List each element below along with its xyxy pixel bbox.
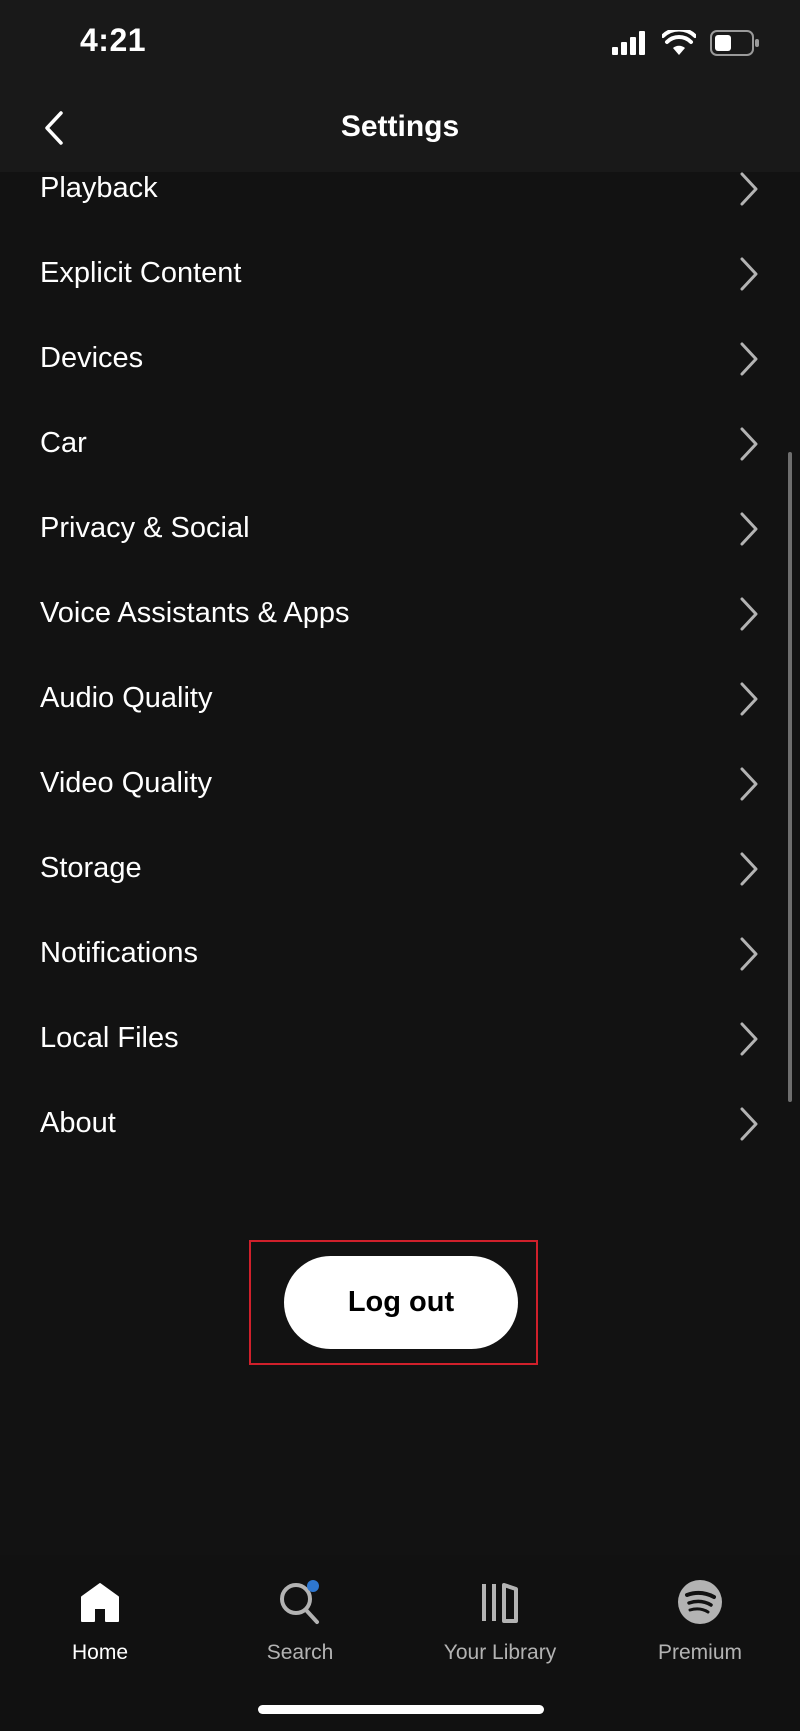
settings-item-label: Voice Assistants & Apps [40,597,350,629]
scrollbar[interactable] [788,452,792,1102]
settings-item-about[interactable]: About [0,1081,800,1166]
home-icon [77,1579,123,1625]
chevron-right-icon [738,1106,760,1142]
nav-label-home: Home [71,1641,129,1664]
settings-item-label: Audio Quality [40,682,213,714]
chevron-right-icon [738,766,760,802]
nav-label-library: Your Library [443,1641,557,1664]
page-title: Settings [340,110,460,143]
settings-item-local-files[interactable]: Local Files [0,996,800,1081]
settings-item-voice-assistants[interactable]: Voice Assistants & Apps [0,571,800,656]
battery-icon [710,30,760,61]
settings-item-label: Car [40,427,87,459]
chevron-right-icon [738,851,760,887]
chevron-right-icon [738,1021,760,1057]
wifi-icon [661,27,697,61]
nav-item-home[interactable]: Home [0,1579,200,1679]
settings-item-video-quality[interactable]: Video Quality [0,741,800,826]
chevron-right-icon [738,171,760,207]
settings-screen: 4:21 Settings Playback Explicit Content … [0,0,800,1731]
settings-item-label: Storage [40,852,142,884]
library-icon [477,1579,523,1625]
settings-list: Playback Explicit Content Devices Car Pr… [0,146,800,1166]
chevron-right-icon [738,511,760,547]
settings-item-playback[interactable]: Playback [0,146,800,231]
settings-item-label: About [40,1107,116,1139]
nav-label-search: Search [266,1641,334,1664]
chevron-right-icon [738,681,760,717]
chevron-right-icon [738,936,760,972]
nav-item-search[interactable]: Search [200,1579,400,1679]
search-icon [277,1579,323,1625]
status-icons [612,27,760,61]
status-time: 4:21 [80,22,147,58]
settings-item-label: Local Files [40,1022,179,1054]
settings-item-label: Privacy & Social [40,512,250,544]
status-bar: 4:21 [0,0,800,90]
nav-item-library[interactable]: Your Library [400,1579,600,1679]
settings-item-label: Playback [40,172,158,204]
chevron-right-icon [738,256,760,292]
settings-item-label: Video Quality [40,767,212,799]
settings-item-car[interactable]: Car [0,401,800,486]
chevron-right-icon [738,596,760,632]
home-indicator [258,1705,544,1714]
spotify-icon [677,1579,723,1625]
settings-item-label: Explicit Content [40,257,242,289]
settings-item-notifications[interactable]: Notifications [0,911,800,996]
nav-label-premium: Premium [657,1641,742,1664]
chevron-right-icon [738,341,760,377]
settings-item-devices[interactable]: Devices [0,316,800,401]
settings-item-label: Devices [40,342,144,374]
settings-item-audio-quality[interactable]: Audio Quality [0,656,800,741]
settings-item-privacy-social[interactable]: Privacy & Social [0,486,800,571]
logout-button[interactable]: Log out [284,1256,518,1349]
settings-item-label: Notifications [40,937,198,969]
chevron-right-icon [738,426,760,462]
signal-icon [612,31,648,60]
settings-item-explicit-content[interactable]: Explicit Content [0,231,800,316]
settings-item-storage[interactable]: Storage [0,826,800,911]
nav-item-premium[interactable]: Premium [600,1579,800,1679]
